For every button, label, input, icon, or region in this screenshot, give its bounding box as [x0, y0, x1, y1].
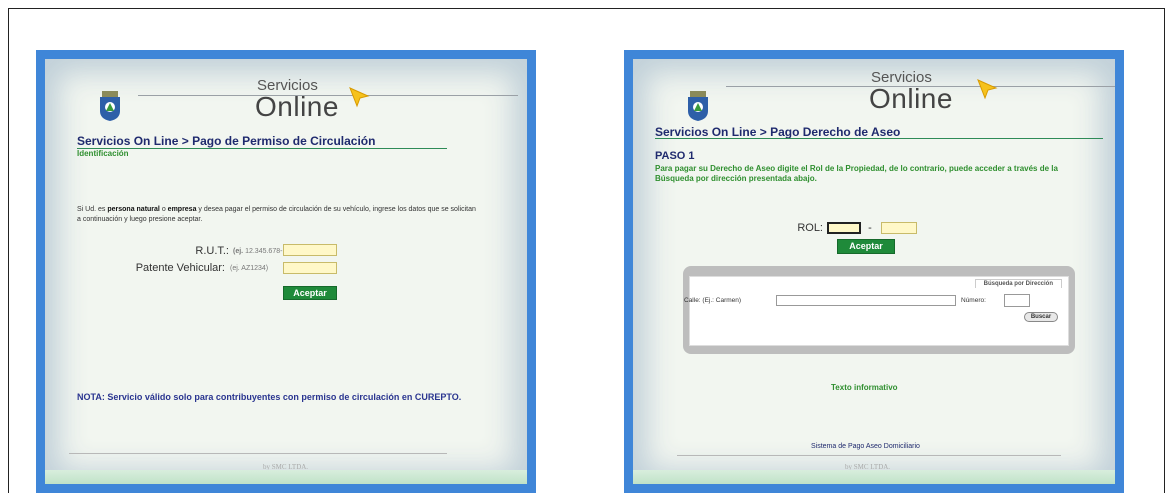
- street-label: Calle: (Ej.: Carmen): [684, 297, 742, 304]
- panel-content: Servicios Online Servicios On Line > Pag…: [633, 59, 1115, 484]
- brand-online: Online: [869, 83, 953, 114]
- rol-separator: -: [868, 222, 872, 234]
- address-search-box: Búsqueda por Dirección Calle: (Ej.: Carm…: [683, 266, 1075, 354]
- instructions-text: Si Ud. es persona natural o empresa y de…: [77, 206, 476, 223]
- number-label: Número:: [961, 297, 986, 304]
- system-name: Sistema de Pago Aseo Domiciliario: [811, 443, 920, 450]
- footer-line: [677, 455, 1061, 456]
- rol-label: ROL:: [797, 222, 823, 234]
- nota-text: NOTA: Servicio válido solo para contribu…: [77, 392, 462, 402]
- brand-online: Online: [255, 91, 339, 122]
- patente-hint: (ej. AZ1234): [230, 265, 269, 272]
- patente-label: Patente Vehicular:: [135, 262, 225, 274]
- breadcrumb-divider: [77, 148, 447, 149]
- patente-input[interactable]: [283, 262, 337, 274]
- rut-input[interactable]: [283, 244, 337, 256]
- accept-button[interactable]: Aceptar: [837, 239, 895, 254]
- breadcrumb-root[interactable]: Servicios On Line: [655, 125, 756, 139]
- search-button[interactable]: Buscar: [1024, 312, 1058, 322]
- footer-band: [633, 470, 1115, 484]
- breadcrumb-divider: [655, 138, 1103, 139]
- address-search-panel: Búsqueda por Dirección Calle: (Ej.: Carm…: [684, 276, 1069, 346]
- street-input[interactable]: [776, 295, 956, 306]
- panel-permiso-circulacion: Servicios Online Servicios On Line > Pag…: [36, 50, 536, 493]
- breadcrumb-root[interactable]: Servicios On Line: [77, 134, 178, 148]
- footer-line: [69, 453, 447, 454]
- paso-title: PASO 1: [655, 150, 695, 162]
- breadcrumb-current: Pago Derecho de Aseo: [770, 125, 901, 139]
- rut-label: R.U.T.:: [195, 245, 229, 257]
- breadcrumb: Servicios On Line > Pago Derecho de Aseo: [655, 125, 901, 139]
- municipal-shield-icon: [688, 91, 708, 121]
- rol-input-1[interactable]: [827, 222, 861, 234]
- municipal-shield-icon: [100, 91, 120, 121]
- instructions-text: Para pagar su Derecho de Aseo digite el …: [655, 164, 1058, 183]
- tab-busqueda-direccion[interactable]: Búsqueda por Dirección: [974, 279, 1062, 288]
- cursor-arrow-icon: [349, 87, 370, 108]
- breadcrumb-current: Pago de Permiso de Circulación: [192, 134, 376, 148]
- number-input[interactable]: [1004, 294, 1030, 307]
- rut-hint: (ej. 12.345.678-K): [233, 248, 290, 255]
- footer-band: [45, 470, 527, 484]
- cursor-arrow-icon: [977, 79, 998, 100]
- panel-content: Servicios Online Servicios On Line > Pag…: [45, 59, 527, 484]
- section-label: Identificación: [77, 149, 129, 158]
- accept-button[interactable]: Aceptar: [283, 286, 337, 300]
- panel-derecho-aseo: Servicios Online Servicios On Line > Pag…: [624, 50, 1124, 493]
- rol-input-2[interactable]: [881, 222, 917, 234]
- info-text: Texto informativo: [831, 383, 898, 392]
- breadcrumb: Servicios On Line > Pago de Permiso de C…: [77, 134, 376, 148]
